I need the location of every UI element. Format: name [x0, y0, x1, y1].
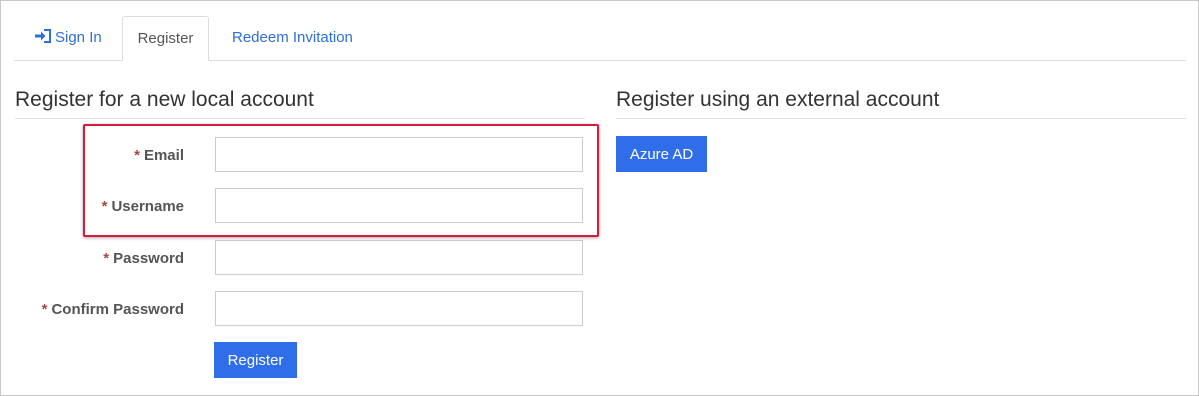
- required-marker: *: [103, 250, 110, 267]
- tab-bar: Sign In Register Redeem Invitation: [14, 16, 1186, 61]
- tab-sign-in-label: Sign In: [55, 29, 102, 46]
- confirm-password-label-text: Confirm Password: [51, 301, 184, 318]
- tab-redeem-invitation[interactable]: Redeem Invitation: [232, 16, 353, 60]
- confirm-password-field[interactable]: [215, 291, 583, 326]
- highlight-box: [83, 124, 599, 237]
- external-account-heading: Register using an external account: [616, 86, 1186, 119]
- local-account-heading: Register for a new local account: [15, 86, 585, 119]
- tab-register[interactable]: Register: [122, 16, 209, 61]
- password-field[interactable]: [215, 240, 583, 275]
- password-label-text: Password: [113, 250, 184, 267]
- tab-sign-in[interactable]: Sign In: [34, 16, 102, 60]
- confirm-password-label: * Confirm Password: [14, 300, 184, 320]
- register-button[interactable]: Register: [214, 342, 297, 378]
- required-marker: *: [41, 301, 48, 318]
- sign-in-icon: [35, 29, 51, 43]
- azure-ad-button[interactable]: Azure AD: [616, 136, 707, 172]
- password-label: * Password: [14, 249, 184, 269]
